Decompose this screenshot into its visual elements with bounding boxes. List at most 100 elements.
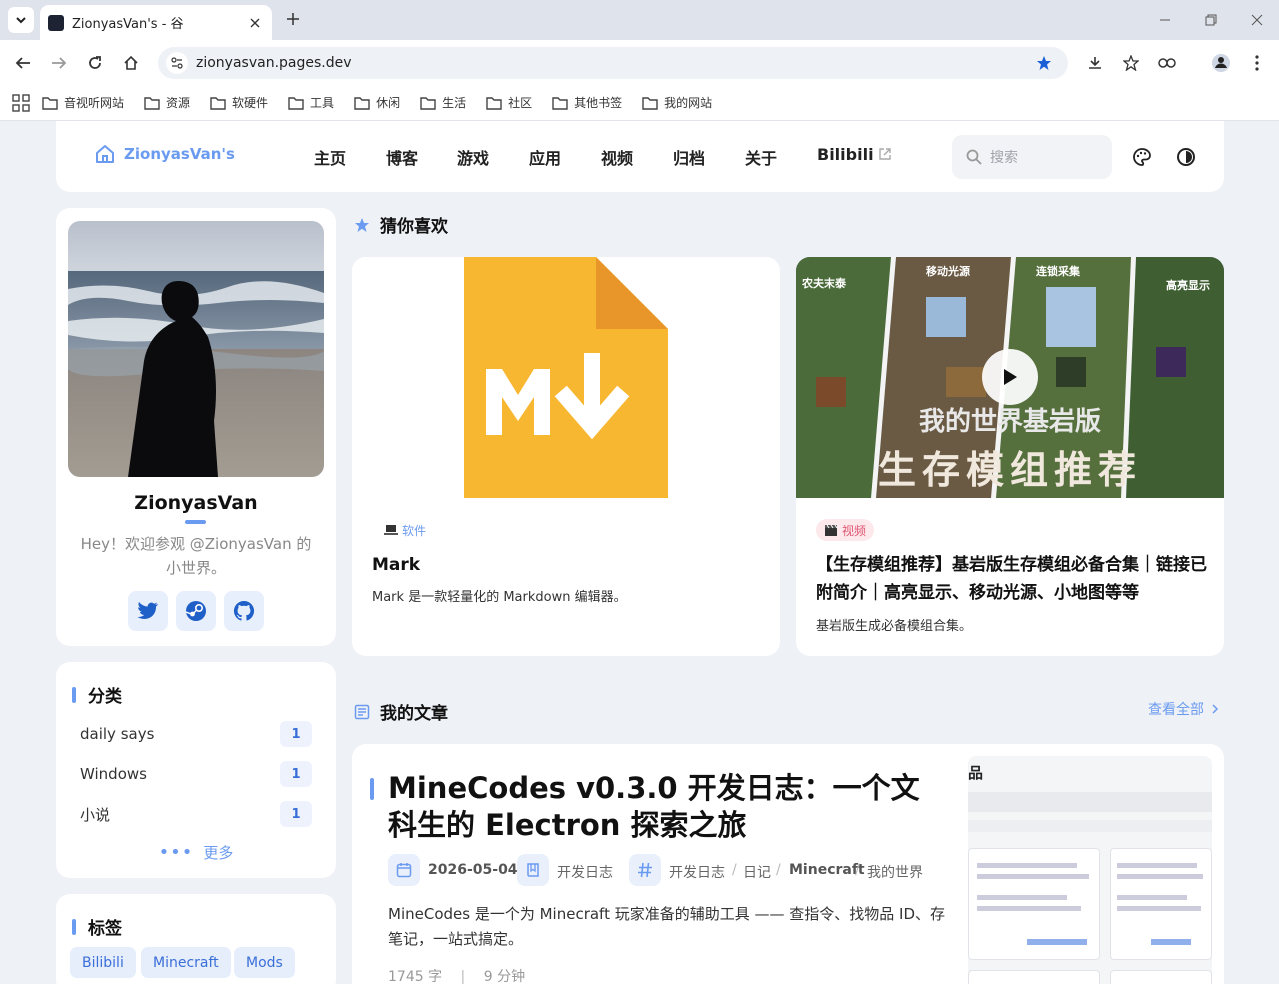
- back-button[interactable]: [10, 50, 36, 76]
- bookmark-folder[interactable]: 软硬件: [210, 94, 268, 111]
- bookmark-folder[interactable]: 其他书签: [552, 94, 622, 111]
- category-item[interactable]: 小说 1: [80, 800, 312, 828]
- search-input[interactable]: 搜索: [952, 135, 1112, 179]
- restore-button[interactable]: [1199, 8, 1223, 32]
- steam-link[interactable]: [176, 591, 216, 631]
- apps-grid-icon[interactable]: [12, 93, 30, 112]
- forward-button[interactable]: [46, 50, 72, 76]
- bookmark-label: 工具: [310, 96, 335, 110]
- arrow-left-icon: [15, 57, 30, 69]
- site-brand-link[interactable]: ZionyasVan's: [94, 143, 235, 165]
- downloads-button[interactable]: [1082, 50, 1108, 76]
- theme-color-button[interactable]: [1130, 145, 1154, 169]
- nav-link-archive[interactable]: 归档: [673, 145, 705, 169]
- bookmark-label: 软硬件: [232, 96, 269, 110]
- home-button[interactable]: [118, 50, 144, 76]
- recommend-card-mark[interactable]: 软件 Mark Mark 是一款轻量化的 Markdown 编辑器。: [352, 257, 780, 656]
- tag-chip[interactable]: Minecraft: [141, 947, 231, 978]
- profile-bio: Hey！欢迎参观 @ZionyasVan 的小世界。: [80, 535, 312, 577]
- post-title[interactable]: MineCodes v0.3.0 开发日志：一个文科生的 Electron 探索…: [388, 770, 948, 844]
- folder-icon: [552, 96, 568, 110]
- bookmark-folder[interactable]: 休闲: [354, 94, 400, 111]
- bookmark-folder[interactable]: 我的网站: [642, 94, 712, 111]
- clapperboard-icon: [825, 524, 838, 536]
- recommend-card-desc: 基岩版生成必备模组合集。: [816, 619, 973, 634]
- category-item[interactable]: daily says 1: [80, 720, 312, 748]
- url-text: zionyasvan.pages.dev: [196, 55, 352, 71]
- recommend-title: 猜你喜欢: [380, 217, 448, 237]
- badge-label: 软件: [402, 523, 427, 538]
- site-info-icon[interactable]: [166, 52, 188, 74]
- category-name: 小说: [80, 805, 111, 824]
- post-tag[interactable]: 开发日志: [669, 862, 725, 882]
- nav-link-bilibili[interactable]: Bilibili: [817, 145, 892, 164]
- post-tag[interactable]: Minecraft: [789, 862, 865, 878]
- tag-chip[interactable]: Mods: [234, 947, 295, 978]
- chevron-right-icon: [1212, 704, 1219, 714]
- bookmark-label: 资源: [166, 96, 191, 110]
- calendar-icon-box: [388, 854, 420, 886]
- browser-toolbar: zionyasvan.pages.dev: [0, 40, 1279, 85]
- thumbnail-label: 农夫末泰: [802, 277, 846, 290]
- bookmark-star-button[interactable]: [1032, 51, 1056, 75]
- nav-link-home[interactable]: 主页: [314, 145, 346, 169]
- book-icon-box: [517, 854, 549, 886]
- thumbnail-panel: [1110, 848, 1212, 960]
- star-list-icon: [1123, 55, 1139, 71]
- category-item[interactable]: Windows 1: [80, 760, 312, 788]
- tab-close-button[interactable]: [246, 14, 264, 32]
- bookmark-folder[interactable]: 社区: [486, 94, 532, 111]
- nav-link-blog[interactable]: 博客: [386, 145, 418, 169]
- thumbnail-subtitle: 我的世界基岩版: [918, 407, 1101, 437]
- post-tag[interactable]: 我的世界: [867, 862, 923, 882]
- twitter-link[interactable]: [128, 591, 168, 631]
- profile-button[interactable]: [1208, 50, 1234, 76]
- browser-menu-button[interactable]: [1244, 50, 1270, 76]
- thumbnail-title: 生存模组推荐: [877, 448, 1142, 492]
- folder-icon: [288, 96, 304, 110]
- nav-link-videos[interactable]: 视频: [601, 145, 633, 169]
- link-button[interactable]: [1154, 50, 1180, 76]
- github-link[interactable]: [224, 591, 264, 631]
- bookmark-folder[interactable]: 音视听网站: [42, 94, 124, 111]
- stats-separator: |: [460, 969, 466, 984]
- folder-icon: [210, 96, 226, 110]
- play-button[interactable]: [982, 349, 1038, 405]
- view-all-link[interactable]: 查看全部: [1148, 699, 1220, 719]
- browser-tab[interactable]: ZionyasVan's - 谷: [40, 5, 272, 40]
- category-count-badge: 1: [280, 721, 312, 747]
- dark-mode-toggle[interactable]: [1174, 145, 1198, 169]
- tags-title: 标签: [88, 919, 122, 939]
- bookmark-folder[interactable]: 生活: [420, 94, 466, 111]
- book-icon: [527, 863, 539, 877]
- category-name: Windows: [80, 765, 147, 783]
- bookmark-folder[interactable]: 工具: [288, 94, 334, 111]
- bookmark-label: 休闲: [376, 96, 401, 110]
- nav-link-games[interactable]: 游戏: [457, 145, 489, 169]
- laptop-icon: [384, 525, 398, 535]
- nav-link-apps[interactable]: 应用: [529, 145, 561, 169]
- bookmark-folder[interactable]: 资源: [144, 94, 190, 111]
- tag-separator: /: [776, 862, 781, 878]
- post-tag[interactable]: 日记: [743, 862, 771, 882]
- tab-search-button[interactable]: [8, 7, 34, 33]
- tags-card: 标签 Bilibili Minecraft Mods: [56, 894, 336, 984]
- nav-link-about[interactable]: 关于: [745, 145, 777, 169]
- post-date: 2026-05-04: [428, 862, 518, 878]
- categories-more-link[interactable]: ••• 更多: [56, 842, 336, 863]
- address-bar[interactable]: zionyasvan.pages.dev: [158, 47, 1068, 79]
- post-read-time: 9 分钟: [483, 969, 526, 984]
- close-window-button[interactable]: [1245, 8, 1269, 32]
- recommend-card-desc: Mark 是一款轻量化的 Markdown 编辑器。: [372, 590, 627, 605]
- new-tab-button[interactable]: [282, 8, 304, 30]
- reload-button[interactable]: [82, 50, 108, 76]
- minimize-button[interactable]: [1153, 8, 1177, 32]
- favorites-button[interactable]: [1118, 50, 1144, 76]
- tag-chip[interactable]: Bilibili: [70, 947, 136, 978]
- tag-separator: /: [732, 862, 737, 878]
- recommend-card-video[interactable]: 农夫末泰 移动光源 连锁采集 高亮显示 我的世界基岩版 生存模组推荐 视频 【生…: [796, 257, 1224, 656]
- folder-icon: [420, 96, 436, 110]
- post-card[interactable]: MineCodes v0.3.0 开发日志：一个文科生的 Electron 探索…: [352, 744, 1224, 984]
- more-vertical-icon: [1255, 55, 1259, 71]
- post-category[interactable]: 开发日志: [557, 862, 613, 882]
